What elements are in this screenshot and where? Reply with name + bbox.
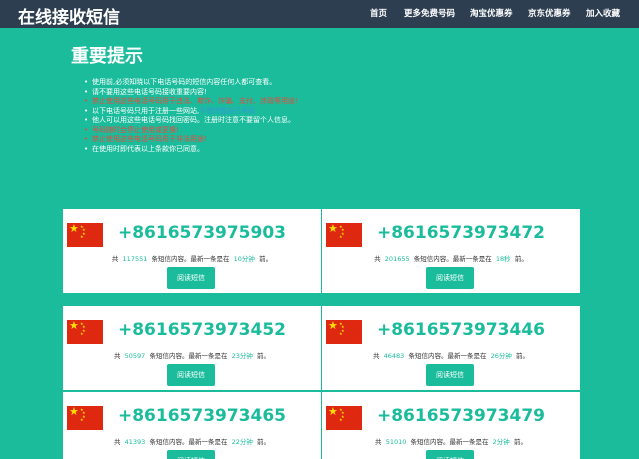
sms-count: 50597 [124, 352, 146, 360]
phone-card: ★ ★ ★ ★ ★ +8616573973452 共 50597 条短信内容。最新一条是… [63, 306, 321, 390]
notice-item: 使用前,必须知晓以下电话号码的短信内容任何人都可查看。 [84, 78, 324, 88]
nav-add-favorite[interactable]: 加入收藏 [586, 7, 620, 19]
phone-number[interactable]: +8616573973472 [322, 223, 580, 243]
notice-item: 禁止使用这些电话号码用于违法、欺诈、诈骗、支付、涉政等用途! [84, 97, 324, 107]
phone-card: ★ ★ ★ ★ ★ +8616573973479 共 51010 条短信内容。最新一条是… [322, 392, 580, 459]
phone-number[interactable]: +8616573973465 [63, 406, 321, 426]
last-sms-time: 18秒 [495, 255, 511, 263]
phone-card: ★ ★ ★ ★ ★ +8616573973465 共 41393 条短信内容。最新一条是… [63, 392, 321, 459]
phone-card: ★ ★ ★ ★ ★ +8616573975903 共 117551 条短信内容。最新一条… [63, 209, 321, 293]
notice-title: 重要提示 [71, 46, 143, 67]
notice-item: 他人可以用这些电话号码找回密码。注册时注意不要留个人信息。 [84, 116, 324, 126]
site-brand[interactable]: 在线接收短信 [18, 3, 120, 28]
sms-info: 共 51010 条短信内容。最新一条是在 2分钟 前。 [375, 438, 527, 446]
nav-home[interactable]: 首页 [370, 7, 387, 19]
read-sms-button[interactable]: 阅读短信 [167, 364, 215, 386]
notice-item: 在使用时即代表以上条款你已同意。 [84, 145, 324, 155]
sms-info: 共 41393 条短信内容。最新一条是在 22分钟 前。 [113, 438, 271, 446]
sms-count: 117551 [122, 255, 148, 263]
notice-item-text: 以下电话号码只用于注册一些网站, [92, 106, 200, 115]
phone-card: ★ ★ ★ ★ ★ +8616573973472 共 201655 条短信内容。最新一条… [322, 209, 580, 293]
notice-list: 使用前,必须知晓以下电话号码的短信内容任何人都可查看。 请不要用这些电话号码接收… [84, 78, 324, 154]
nav-jd-coupons[interactable]: 京东优惠券 [528, 7, 571, 19]
notice-item: 以下电话号码只用于注册一些网站,不想泄露自己号码 [84, 107, 324, 117]
last-sms-time: 2分钟 [492, 438, 510, 446]
notice-item: 禁止使用这些电话号码用于非法用途! [84, 135, 324, 145]
sms-info: 共 46483 条短信内容。最新一条是在 26分钟 前。 [372, 352, 530, 360]
read-sms-button[interactable]: 阅读短信 [426, 364, 474, 386]
sms-count: 41393 [124, 438, 146, 446]
last-sms-time: 22分钟 [231, 438, 253, 446]
sms-count: 201655 [384, 255, 410, 263]
read-sms-button[interactable]: 阅读短信 [426, 267, 474, 289]
phone-number[interactable]: +8616573973452 [63, 320, 321, 340]
navbar: 在线接收短信 首页 更多免费号码 淘宝优惠券 京东优惠券 加入收藏 [0, 0, 639, 28]
phone-number[interactable]: +8616573973479 [322, 406, 580, 426]
nav-taobao-coupons[interactable]: 淘宝优惠券 [470, 7, 513, 19]
phone-card: ★ ★ ★ ★ ★ +8616573973446 共 46483 条短信内容。最新一条是… [322, 306, 580, 390]
sms-info: 共 201655 条短信内容。最新一条是在 18秒 前。 [374, 255, 528, 263]
notice-link[interactable]: 不想泄露自己号码 [199, 107, 255, 115]
nav-more-numbers[interactable]: 更多免费号码 [404, 7, 455, 19]
read-sms-button[interactable]: 阅读短信 [167, 267, 215, 289]
sms-count: 51010 [385, 438, 407, 446]
notice-item: 号码随时会停止使用或更换! [84, 126, 324, 136]
sms-info: 共 50597 条短信内容。最新一条是在 23分钟 前。 [113, 352, 271, 360]
sms-info: 共 117551 条短信内容。最新一条是在 10分钟 前。 [111, 255, 273, 263]
sms-count: 46483 [383, 352, 405, 360]
read-sms-button[interactable]: 阅读短信 [167, 450, 215, 459]
notice-item: 请不要用这些电话号码接收重要内容! [84, 88, 324, 98]
read-sms-button[interactable]: 阅读短信 [426, 450, 474, 459]
phone-number[interactable]: +8616573973446 [322, 320, 580, 340]
last-sms-time: 26分钟 [490, 352, 512, 360]
phone-number[interactable]: +8616573975903 [63, 223, 321, 243]
last-sms-time: 10分钟 [233, 255, 255, 263]
last-sms-time: 23分钟 [231, 352, 253, 360]
